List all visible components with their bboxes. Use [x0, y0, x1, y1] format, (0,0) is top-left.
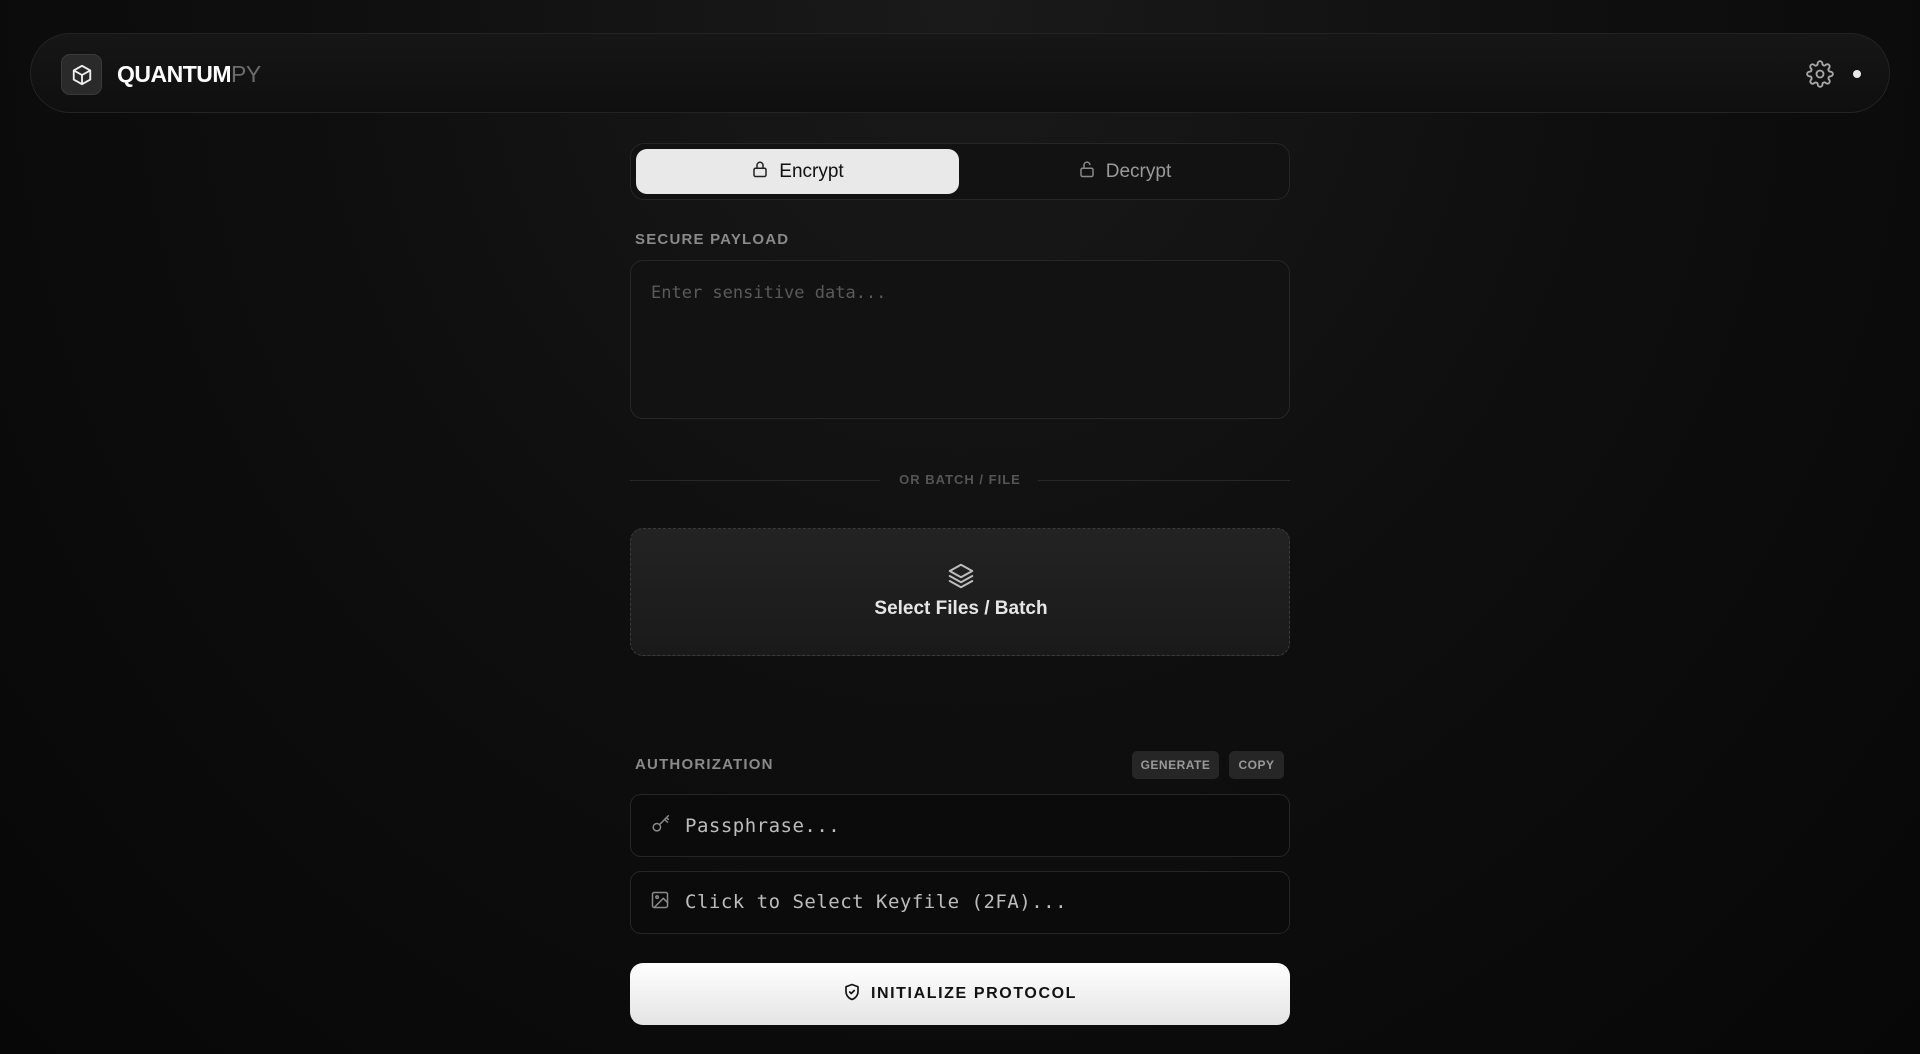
tab-encrypt[interactable]: Encrypt [636, 149, 959, 194]
tab-decrypt[interactable]: Decrypt [963, 149, 1286, 194]
initialize-protocol-label: INITIALIZE PROTOCOL [870, 985, 1078, 1002]
key-icon [650, 813, 672, 840]
shield-check-icon [843, 982, 861, 1007]
unlock-icon [1078, 159, 1096, 185]
payload-section-label: SECURE PAYLOAD [635, 231, 790, 248]
or-divider: OR BATCH / FILE [630, 470, 1290, 490]
dropzone-label: Select Files / Batch [874, 598, 1048, 619]
file-dropzone[interactable]: Select Files / Batch [630, 528, 1290, 656]
gear-icon[interactable] [1805, 59, 1835, 89]
passphrase-input[interactable] [685, 795, 1275, 856]
brand-secondary: PY [231, 61, 261, 87]
tab-decrypt-label: Decrypt [1105, 160, 1172, 182]
brand-logo-text[interactable]: QUANTUMPY [117, 61, 261, 88]
top-navigation-bar: QUANTUMPY [30, 33, 1890, 113]
layers-icon [946, 561, 976, 596]
payload-textarea[interactable] [630, 260, 1290, 419]
passphrase-field[interactable] [630, 794, 1290, 857]
initialize-protocol-button[interactable]: INITIALIZE PROTOCOL [630, 963, 1290, 1025]
brand-primary: QUANTUM [117, 61, 232, 87]
mode-tabs: Encrypt Decrypt [630, 143, 1290, 200]
keyfile-text: Click to Select Keyfile (2FA)... [685, 891, 1068, 913]
image-icon [650, 890, 670, 915]
tab-encrypt-label: Encrypt [779, 160, 844, 182]
status-indicator-dot [1853, 70, 1861, 78]
cube-icon[interactable] [61, 54, 102, 95]
copy-button[interactable]: COPY [1229, 751, 1284, 779]
lock-icon [751, 159, 769, 185]
authorization-section-label: AUTHORIZATION [635, 756, 774, 773]
divider-line-right [1038, 480, 1290, 481]
generate-button[interactable]: GENERATE [1132, 751, 1219, 779]
keyfile-selector[interactable]: Click to Select Keyfile (2FA)... [630, 871, 1290, 934]
